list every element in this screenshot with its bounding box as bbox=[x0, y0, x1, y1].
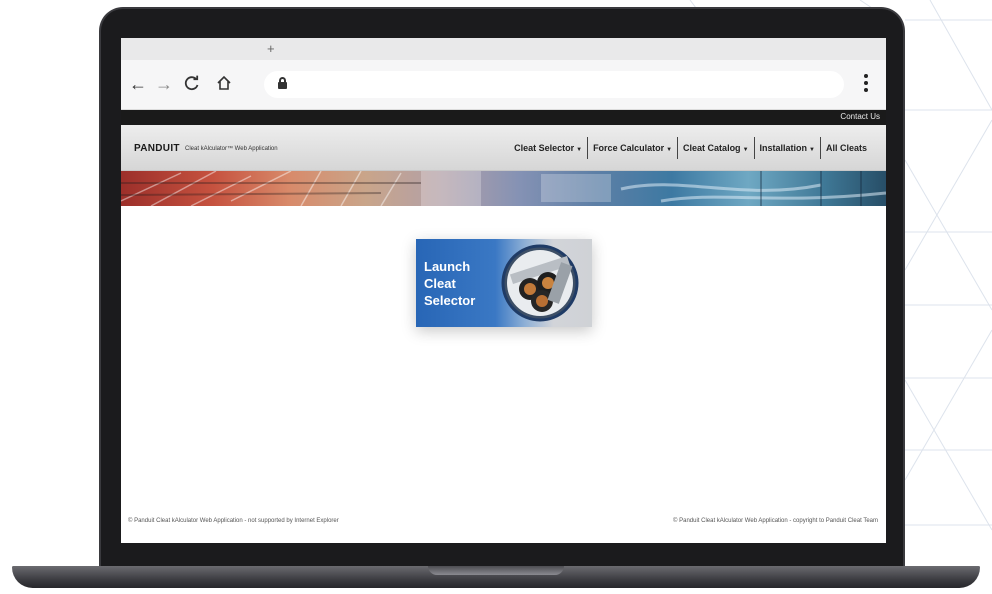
forward-arrow-icon[interactable]: → bbox=[155, 75, 173, 93]
cable-cleat-image bbox=[501, 244, 579, 322]
launch-cleat-selector-button[interactable]: Launch Cleat Selector bbox=[416, 239, 592, 327]
industrial-banner-image bbox=[121, 171, 886, 206]
launch-label-line: Launch bbox=[424, 259, 471, 274]
browser-tab[interactable] bbox=[121, 38, 256, 60]
laptop-notch bbox=[428, 566, 564, 575]
reload-glyph-icon bbox=[184, 75, 199, 91]
back-arrow-icon[interactable]: ← bbox=[129, 75, 147, 93]
browser-menu-icon[interactable] bbox=[864, 74, 870, 96]
banner-pipes-graphic bbox=[121, 171, 886, 206]
nav-item-label: Installation bbox=[759, 143, 808, 153]
new-tab-button[interactable]: + bbox=[267, 41, 275, 56]
browser-toolbar: ← → bbox=[121, 60, 886, 110]
caret-down-icon: ▼ bbox=[809, 147, 815, 153]
laptop-screen: + ← → Contact Us PANDUIT Cleat kAlculato… bbox=[121, 38, 886, 543]
browser-tab-bar: + bbox=[121, 38, 886, 60]
caret-down-icon: ▼ bbox=[742, 147, 749, 153]
address-bar[interactable] bbox=[264, 71, 844, 98]
nav-force-calculator[interactable]: Force Calculator ▼ bbox=[587, 137, 677, 159]
launch-button-label: Launch Cleat Selector bbox=[424, 258, 504, 309]
nav-item-label: All Cleats bbox=[825, 143, 867, 153]
footer-left-text: © Panduit Cleat kAlculator Web Applicati… bbox=[128, 518, 339, 524]
contact-us-link[interactable]: Contact Us bbox=[840, 112, 880, 121]
site-header: PANDUIT Cleat kAlculator™ Web Applicatio… bbox=[121, 125, 886, 171]
home-icon[interactable] bbox=[216, 75, 232, 94]
panduit-logo[interactable]: PANDUIT bbox=[134, 143, 180, 154]
launch-label-line: Selector bbox=[424, 293, 476, 308]
nav-item-label: Force Calculator bbox=[593, 143, 665, 153]
reload-icon[interactable] bbox=[184, 75, 200, 94]
lock-icon bbox=[278, 77, 287, 89]
caret-down-icon: ▼ bbox=[666, 147, 673, 153]
site-top-strip: Contact Us bbox=[121, 110, 886, 125]
caret-down-icon: ▼ bbox=[576, 147, 583, 153]
footer-right-text: © Panduit Cleat kAlculator Web Applicati… bbox=[673, 518, 878, 524]
nav-cleat-catalog[interactable]: Cleat Catalog ▼ bbox=[677, 137, 753, 159]
nav-item-label: Cleat Selector bbox=[514, 143, 575, 153]
app-title: Cleat kAlculator™ Web Application bbox=[185, 146, 278, 152]
nav-installation[interactable]: Installation ▼ bbox=[753, 137, 820, 159]
main-nav: Cleat Selector ▼ Force Calculator ▼ Cleat … bbox=[509, 137, 872, 159]
nav-all-cleats[interactable]: All Cleats bbox=[819, 137, 872, 159]
nav-item-label: Cleat Catalog bbox=[683, 143, 741, 153]
home-glyph-icon bbox=[217, 75, 231, 90]
nav-cleat-selector[interactable]: Cleat Selector ▼ bbox=[509, 137, 587, 159]
launch-label-line: Cleat bbox=[424, 276, 456, 291]
